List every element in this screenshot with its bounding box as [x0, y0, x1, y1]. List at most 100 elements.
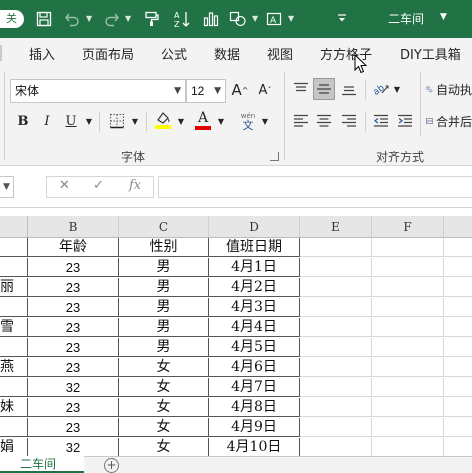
cell-empty-g[interactable] — [444, 318, 472, 337]
cell-gender[interactable]: 男 — [119, 338, 209, 357]
cell-header[interactable]: 性别 — [119, 238, 209, 257]
tab-view[interactable]: 视图 — [267, 44, 293, 63]
cell-name[interactable]: 丽 — [0, 278, 28, 297]
font-name-dropdown[interactable]: 宋体 ▼ — [10, 79, 186, 103]
cell-age[interactable]: 23 — [28, 298, 119, 317]
cell-empty-f[interactable] — [372, 378, 444, 397]
middle-align-button[interactable] — [313, 78, 335, 100]
cell-gender[interactable]: 女 — [119, 358, 209, 377]
cell-empty-f[interactable] — [372, 418, 444, 437]
underline-button[interactable]: U — [60, 110, 82, 132]
cell-empty-e[interactable] — [300, 358, 372, 377]
cell-empty-e[interactable] — [300, 238, 372, 257]
tab-insert[interactable]: 插入 — [29, 44, 55, 63]
cell-empty-e[interactable] — [300, 378, 372, 397]
cell-date[interactable]: 4月2日 — [209, 278, 300, 297]
cell-empty-f[interactable] — [372, 318, 444, 337]
cell-date[interactable]: 4月8日 — [209, 398, 300, 417]
cell-empty-f[interactable] — [372, 338, 444, 357]
cell-age[interactable]: 23 — [28, 358, 119, 377]
cell-name[interactable] — [0, 378, 28, 397]
column-header-f[interactable]: F — [372, 216, 444, 238]
name-box-dropdown[interactable]: ▼ — [0, 176, 14, 198]
cell-empty-g[interactable] — [444, 238, 472, 257]
sort-icon[interactable]: AZ — [170, 7, 194, 31]
cell-empty-e[interactable] — [300, 278, 372, 297]
worksheet-grid[interactable]: B C D E F 年龄 性别 值班日期 23 男 4月1日丽 23 男 4月2日 23 男 4月3日… — [0, 208, 472, 456]
customize-dropdown-icon[interactable] — [330, 7, 354, 31]
bold-button[interactable]: B — [12, 110, 34, 132]
cell-gender[interactable]: 女 — [119, 398, 209, 417]
cancel-formula-button[interactable]: ✕ — [59, 178, 70, 193]
cell-empty-e[interactable] — [300, 438, 372, 456]
italic-button[interactable]: I — [36, 110, 58, 132]
redo-dropdown-icon[interactable]: ▼ — [125, 14, 131, 23]
align-left-button[interactable] — [290, 110, 312, 132]
save-icon[interactable] — [32, 7, 56, 31]
cell-header[interactable]: 值班日期 — [209, 238, 300, 257]
insert-function-button[interactable]: fx — [129, 178, 141, 193]
cell-empty-f[interactable] — [372, 238, 444, 257]
cell-empty-e[interactable] — [300, 298, 372, 317]
phonetic-guide-button[interactable]: wén 文 — [237, 108, 259, 134]
fill-color-dropdown-icon[interactable]: ▼ — [176, 116, 186, 126]
borders-dropdown-icon[interactable]: ▼ — [130, 116, 140, 126]
tab-data[interactable]: 数据 — [214, 44, 240, 63]
cell-date[interactable]: 4月10日 — [209, 438, 300, 456]
cell-gender[interactable]: 女 — [119, 438, 209, 456]
cell-date[interactable]: 4月7日 — [209, 378, 300, 397]
phonetic-dropdown-icon[interactable]: ▼ — [260, 116, 270, 126]
cell-empty-g[interactable] — [444, 338, 472, 357]
borders-button[interactable] — [106, 110, 128, 132]
cell-empty-g[interactable] — [444, 258, 472, 277]
column-header-e[interactable]: E — [300, 216, 372, 238]
underline-dropdown-icon[interactable]: ▼ — [84, 116, 94, 126]
column-header-a-partial[interactable] — [0, 216, 28, 238]
cell-empty-e[interactable] — [300, 338, 372, 357]
cell-empty-g[interactable] — [444, 438, 472, 456]
top-align-button[interactable] — [290, 78, 312, 100]
cell-gender[interactable]: 男 — [119, 318, 209, 337]
autosave-toggle[interactable]: 关 — [0, 10, 24, 28]
align-center-button[interactable] — [313, 110, 335, 132]
cell-empty-g[interactable] — [444, 398, 472, 417]
title-dropdown-icon[interactable]: ▼ — [440, 12, 447, 22]
column-header-b[interactable]: B — [28, 216, 119, 238]
cell-empty-f[interactable] — [372, 298, 444, 317]
undo-dropdown-icon[interactable]: ▼ — [86, 14, 92, 23]
cell-header[interactable]: 年龄 — [28, 238, 119, 257]
cell-empty-e[interactable] — [300, 418, 372, 437]
cell-name[interactable] — [0, 338, 28, 357]
tab-formulas[interactable]: 公式 — [161, 44, 187, 63]
cell-name[interactable] — [0, 418, 28, 437]
cell-empty-f[interactable] — [372, 258, 444, 277]
orientation-dropdown-icon[interactable]: ▼ — [392, 84, 402, 94]
cell-age[interactable]: 23 — [28, 338, 119, 357]
cell-empty-f[interactable] — [372, 438, 444, 456]
cell-gender[interactable]: 男 — [119, 298, 209, 317]
cell-name[interactable]: 雪 — [0, 318, 28, 337]
cell-age[interactable]: 32 — [28, 438, 119, 456]
column-header-d[interactable]: D — [209, 216, 300, 238]
cell-date[interactable]: 4月9日 — [209, 418, 300, 437]
font-color-button[interactable]: A — [192, 108, 214, 132]
cell-empty-g[interactable] — [444, 358, 472, 377]
shapes-dropdown-icon[interactable]: ▼ — [252, 14, 258, 23]
cell-age[interactable]: 23 — [28, 318, 119, 337]
merge-center-button[interactable]: 合并后 — [426, 110, 472, 132]
cell-empty-f[interactable] — [372, 398, 444, 417]
cell-gender[interactable]: 男 — [119, 278, 209, 297]
formula-input[interactable] — [158, 176, 472, 198]
bottom-align-button[interactable] — [338, 78, 360, 100]
cell-name[interactable] — [0, 298, 28, 317]
cell-age[interactable]: 23 — [28, 418, 119, 437]
cell-age[interactable]: 23 — [28, 278, 119, 297]
cell-empty-e[interactable] — [300, 398, 372, 417]
cell-age[interactable]: 32 — [28, 378, 119, 397]
cell-age[interactable]: 23 — [28, 398, 119, 417]
cell-date[interactable]: 4月6日 — [209, 358, 300, 377]
cell-date[interactable]: 4月3日 — [209, 298, 300, 317]
cell-name[interactable]: 娟 — [0, 438, 28, 456]
cell-gender[interactable]: 男 — [119, 258, 209, 277]
cell-empty-g[interactable] — [444, 418, 472, 437]
